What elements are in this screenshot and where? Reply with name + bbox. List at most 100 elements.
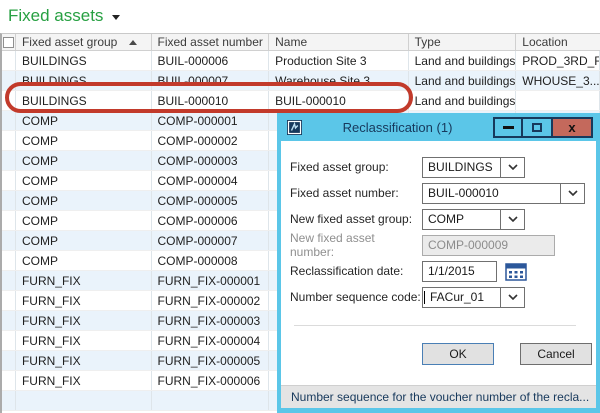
cell-name[interactable]: Warehouse Site 3: [269, 71, 409, 90]
page-title: Fixed assets: [8, 6, 103, 26]
cell-fixed-asset-number[interactable]: COMP-000008: [152, 251, 270, 270]
number-sequence-code-select[interactable]: FACur_01: [422, 287, 525, 308]
cell-fixed-asset-group[interactable]: COMP: [16, 251, 152, 270]
reclassification-date-input[interactable]: 1/1/2015: [422, 261, 497, 282]
row-selector-cell[interactable]: [2, 291, 16, 310]
row-selector-cell[interactable]: [2, 111, 16, 130]
column-header-type[interactable]: Type: [409, 34, 517, 50]
cell-fixed-asset-number[interactable]: COMP-000003: [152, 151, 270, 170]
cell-fixed-asset-number[interactable]: FURN_FIX-000001: [152, 271, 270, 290]
cell-fixed-asset-group[interactable]: FURN_FIX: [16, 351, 152, 370]
row-selector-cell[interactable]: [2, 271, 16, 290]
row-selector-cell[interactable]: [2, 371, 16, 390]
field-value: BUIL-000010: [423, 186, 560, 200]
cell-fixed-asset-group[interactable]: BUILDINGS: [16, 51, 152, 70]
cell-fixed-asset-number[interactable]: FURN_FIX-000003: [152, 311, 270, 330]
row-selector-cell[interactable]: [2, 391, 16, 410]
cell-location[interactable]: [516, 91, 600, 110]
cell-fixed-asset-group[interactable]: COMP: [16, 191, 152, 210]
chevron-down-icon[interactable]: [560, 184, 584, 203]
chevron-down-icon[interactable]: [500, 210, 524, 229]
cell-fixed-asset-group[interactable]: BUILDINGS: [16, 91, 152, 110]
chevron-down-icon: [112, 15, 120, 20]
row-selector-cell[interactable]: [2, 211, 16, 230]
cell-fixed-asset-number[interactable]: COMP-000004: [152, 171, 270, 190]
cell-name[interactable]: Production Site 3: [269, 51, 409, 70]
row-selector-cell[interactable]: [2, 331, 16, 350]
cell-fixed-asset-group[interactable]: COMP: [16, 131, 152, 150]
row-selector-cell[interactable]: [2, 351, 16, 370]
cell-fixed-asset-group[interactable]: COMP: [16, 211, 152, 230]
row-selector-cell[interactable]: [2, 51, 16, 70]
column-header-name[interactable]: Name: [269, 34, 409, 50]
table-row[interactable]: BUILDINGS BUIL-000010 BUIL-000010 Land a…: [2, 91, 600, 111]
row-selector-cell[interactable]: [2, 91, 16, 110]
calendar-icon[interactable]: [504, 261, 528, 281]
field-label: Reclassification date:: [290, 264, 422, 278]
cell-fixed-asset-number[interactable]: BUIL-000010: [152, 91, 270, 110]
cell-fixed-asset-number[interactable]: FURN_FIX-000005: [152, 351, 270, 370]
row-selector-cell[interactable]: [2, 191, 16, 210]
row-selector-cell[interactable]: [2, 251, 16, 270]
cell-fixed-asset-group[interactable]: FURN_FIX: [16, 291, 152, 310]
row-selector-cell[interactable]: [2, 231, 16, 250]
cell-type[interactable]: Land and buildings: [409, 91, 517, 110]
cancel-button[interactable]: Cancel: [520, 343, 592, 365]
chevron-down-icon[interactable]: [500, 158, 524, 177]
close-button[interactable]: x: [553, 117, 593, 138]
row-selector-cell[interactable]: [2, 151, 16, 170]
column-header-label: Fixed asset number: [158, 35, 263, 49]
cell-fixed-asset-group[interactable]: COMP: [16, 111, 152, 130]
cell-fixed-asset-number[interactable]: BUIL-000007: [152, 71, 270, 90]
column-header-fixed-asset-number[interactable]: Fixed asset number: [152, 34, 270, 50]
dialog-divider: [294, 325, 576, 326]
cell-fixed-asset-group[interactable]: FURN_FIX: [16, 311, 152, 330]
column-header-location[interactable]: Location: [516, 34, 600, 50]
cell-type[interactable]: Land and buildings: [409, 71, 517, 90]
new-fixed-asset-group-select[interactable]: COMP: [422, 209, 525, 230]
cell-fixed-asset-group[interactable]: FURN_FIX: [16, 331, 152, 350]
fixed-asset-group-select[interactable]: BUILDINGS: [422, 157, 525, 178]
cell-fixed-asset-group[interactable]: COMP: [16, 151, 152, 170]
cell-fixed-asset-number[interactable]: COMP-000007: [152, 231, 270, 250]
cell-fixed-asset-number[interactable]: COMP-000002: [152, 131, 270, 150]
cell-fixed-asset-group[interactable]: BUILDINGS: [16, 71, 152, 90]
maximize-button[interactable]: [523, 117, 553, 138]
minimize-button[interactable]: [493, 117, 523, 138]
table-row[interactable]: BUILDINGS BUIL-000006 Production Site 3 …: [2, 51, 600, 71]
cell-type[interactable]: Land and buildings: [409, 51, 517, 70]
row-selector-cell[interactable]: [2, 131, 16, 150]
new-fixed-asset-number-field: COMP-000009: [422, 235, 555, 256]
field-label: Fixed asset number:: [290, 186, 422, 200]
cell-location[interactable]: WHOUSE_3...: [516, 71, 600, 90]
page-title-menu[interactable]: Fixed assets: [8, 6, 120, 26]
dialog-status-bar: Number sequence for the voucher number o…: [281, 385, 596, 408]
chevron-down-icon[interactable]: [500, 288, 524, 307]
select-all-checkbox[interactable]: [3, 37, 14, 48]
cell-fixed-asset-number[interactable]: FURN_FIX-000004: [152, 331, 270, 350]
cell-fixed-asset-group[interactable]: FURN_FIX: [16, 271, 152, 290]
table-row[interactable]: BUILDINGS BUIL-000007 Warehouse Site 3 L…: [2, 71, 600, 91]
cell-fixed-asset-number[interactable]: FURN_FIX-000002: [152, 291, 270, 310]
cell-fixed-asset-group[interactable]: FURN_FIX: [16, 371, 152, 390]
cell-fixed-asset-group[interactable]: COMP: [16, 171, 152, 190]
cell-fixed-asset-number[interactable]: BUIL-000006: [152, 51, 270, 70]
cell-fixed-asset-group[interactable]: [16, 391, 152, 410]
fixed-asset-number-select[interactable]: BUIL-000010: [422, 183, 585, 204]
cell-fixed-asset-number[interactable]: COMP-000006: [152, 211, 270, 230]
cell-fixed-asset-group[interactable]: COMP: [16, 231, 152, 250]
row-selector-cell[interactable]: [2, 171, 16, 190]
row-selector-cell[interactable]: [2, 311, 16, 330]
column-header-label: Location: [522, 35, 567, 49]
cell-fixed-asset-number[interactable]: COMP-000005: [152, 191, 270, 210]
minimize-icon: [503, 126, 514, 129]
cell-name[interactable]: BUIL-000010: [269, 91, 409, 110]
row-selector-cell[interactable]: [2, 71, 16, 90]
cell-fixed-asset-number[interactable]: FURN_FIX-000006: [152, 371, 270, 390]
cell-fixed-asset-number[interactable]: [152, 391, 270, 410]
column-header-fixed-asset-group[interactable]: Fixed asset group: [16, 34, 152, 50]
cell-location[interactable]: PROD_3RD_F: [516, 51, 600, 70]
cell-fixed-asset-number[interactable]: COMP-000001: [152, 111, 270, 130]
dialog-titlebar[interactable]: Reclassification (1) x: [281, 113, 596, 141]
ok-button[interactable]: OK: [422, 343, 494, 365]
